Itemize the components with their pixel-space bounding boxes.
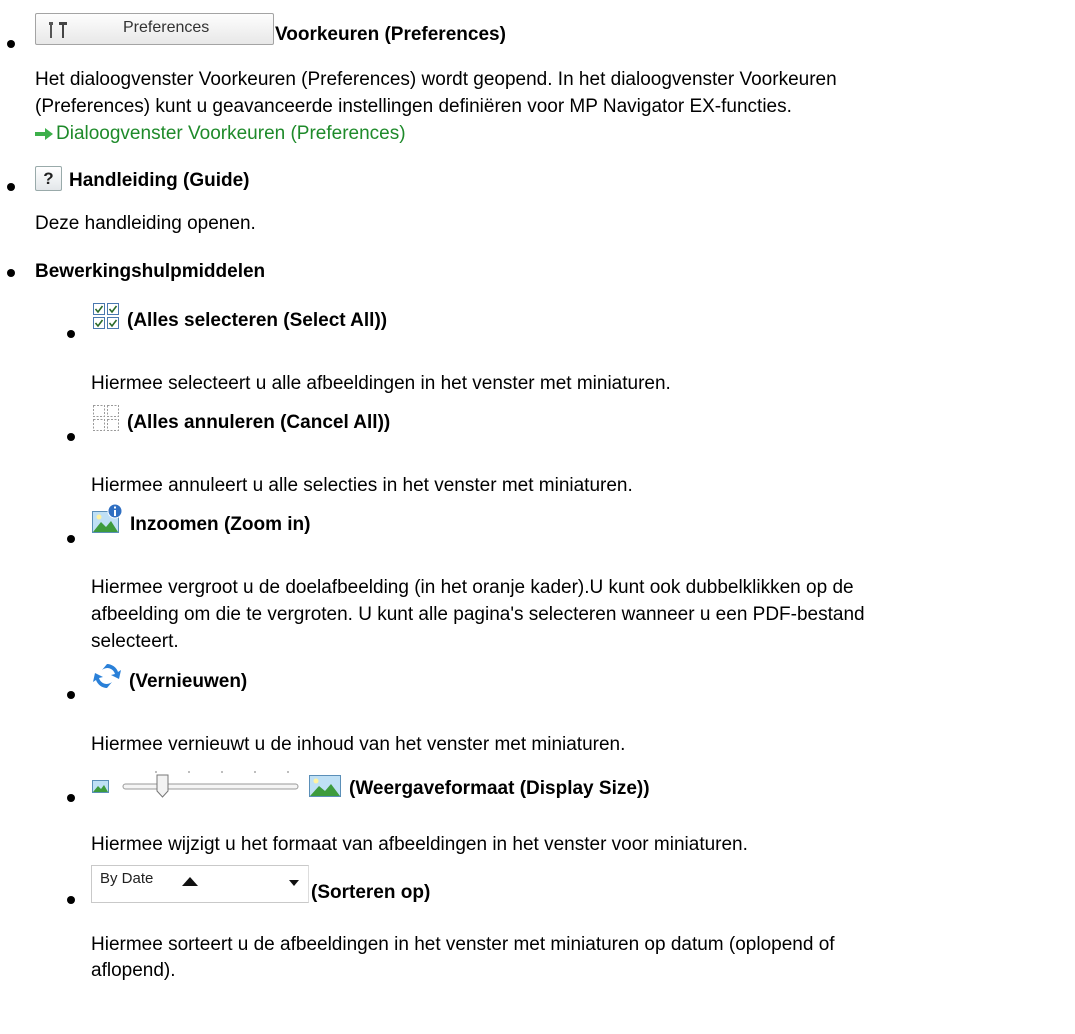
bullet bbox=[67, 896, 75, 904]
guide-title: Handleiding (Guide) bbox=[69, 170, 250, 191]
sort-ascending-icon[interactable] bbox=[182, 876, 198, 886]
bullet bbox=[67, 433, 75, 441]
chevron-down-icon[interactable] bbox=[289, 880, 299, 886]
editing-tools-title: Bewerkingshulpmiddelen bbox=[35, 261, 266, 282]
zoom-in-desc-line: afbeelding om die te vergroten. U kunt a… bbox=[91, 604, 865, 625]
guide-description: Deze handleiding openen. bbox=[35, 213, 256, 234]
preferences-desc-line: (Preferences) kunt u geavanceerde instel… bbox=[35, 96, 792, 117]
bullet bbox=[67, 535, 75, 543]
refresh-description: Hiermee vernieuwt u de inhoud van het ve… bbox=[91, 734, 626, 755]
select-all-icon[interactable] bbox=[91, 301, 121, 331]
guide-heading: ? Handleiding (Guide) bbox=[35, 166, 250, 191]
display-size-title: (Weergaveformaat (Display Size)) bbox=[349, 778, 650, 799]
display-size-heading: (Weergaveformaat (Display Size)) bbox=[91, 767, 650, 799]
refresh-heading: (Vernieuwen) bbox=[91, 660, 247, 692]
select-all-heading: (Alles selecteren (Select All)) bbox=[91, 301, 387, 331]
display-size-description: Hiermee wijzigt u het formaat van afbeel… bbox=[91, 834, 748, 855]
preferences-button[interactable]: Preferences bbox=[35, 13, 274, 45]
sort-title: (Sorteren op) bbox=[311, 882, 431, 903]
zoom-in-title: Inzoomen (Zoom in) bbox=[130, 514, 311, 535]
large-image-icon bbox=[309, 775, 341, 797]
zoom-in-desc-line: Hiermee vergroot u de doelafbeelding (in… bbox=[91, 577, 854, 598]
small-image-icon bbox=[92, 780, 109, 793]
sort-description: Hiermee sorteert u de afbeeldingen in he… bbox=[91, 932, 835, 984]
preferences-description: Het dialoogvenster Voorkeuren (Preferenc… bbox=[35, 66, 837, 147]
bullet bbox=[67, 794, 75, 802]
sort-desc-line: aflopend). bbox=[91, 960, 176, 981]
bullet bbox=[7, 40, 15, 48]
display-size-slider[interactable] bbox=[91, 767, 344, 799]
bullet bbox=[67, 330, 75, 338]
preferences-button-label: Preferences bbox=[123, 19, 210, 36]
preferences-title: Voorkeuren (Preferences) bbox=[275, 24, 506, 45]
bullet bbox=[67, 691, 75, 699]
preferences-heading: Preferences Voorkeuren (Preferences) bbox=[35, 13, 506, 45]
zoom-in-icon[interactable] bbox=[91, 503, 123, 535]
bullet bbox=[7, 269, 15, 277]
select-all-description: Hiermee selecteert u alle afbeeldingen i… bbox=[91, 373, 671, 394]
sort-desc-line: Hiermee sorteert u de afbeeldingen in he… bbox=[91, 934, 835, 955]
zoom-in-description: Hiermee vergroot u de doelafbeelding (in… bbox=[91, 574, 865, 655]
preferences-desc-line: Het dialoogvenster Voorkeuren (Preferenc… bbox=[35, 69, 837, 90]
tools-icon bbox=[49, 22, 67, 38]
cancel-all-description: Hiermee annuleert u alle selecties in he… bbox=[91, 475, 633, 496]
refresh-title: (Vernieuwen) bbox=[129, 671, 248, 692]
zoom-in-heading: Inzoomen (Zoom in) bbox=[91, 503, 310, 535]
sort-dropdown[interactable]: By Date bbox=[91, 865, 309, 903]
preferences-link-text: Dialoogvenster Voorkeuren (Preferences) bbox=[56, 123, 406, 144]
zoom-in-desc-line: selecteert. bbox=[91, 631, 179, 652]
sort-heading: By Date (Sorteren op) bbox=[91, 865, 430, 903]
arrow-right-icon bbox=[35, 127, 53, 140]
select-all-title: (Alles selecteren (Select All)) bbox=[127, 310, 388, 331]
cancel-all-icon[interactable] bbox=[91, 403, 121, 433]
cancel-all-heading: (Alles annuleren (Cancel All)) bbox=[91, 403, 390, 433]
refresh-icon[interactable] bbox=[91, 660, 123, 692]
help-icon[interactable]: ? bbox=[35, 166, 62, 191]
preferences-dialog-link[interactable]: Dialoogvenster Voorkeuren (Preferences) bbox=[35, 120, 837, 147]
sort-dropdown-label: By Date bbox=[100, 870, 154, 887]
bullet bbox=[7, 183, 15, 191]
cancel-all-title: (Alles annuleren (Cancel All)) bbox=[127, 412, 391, 433]
